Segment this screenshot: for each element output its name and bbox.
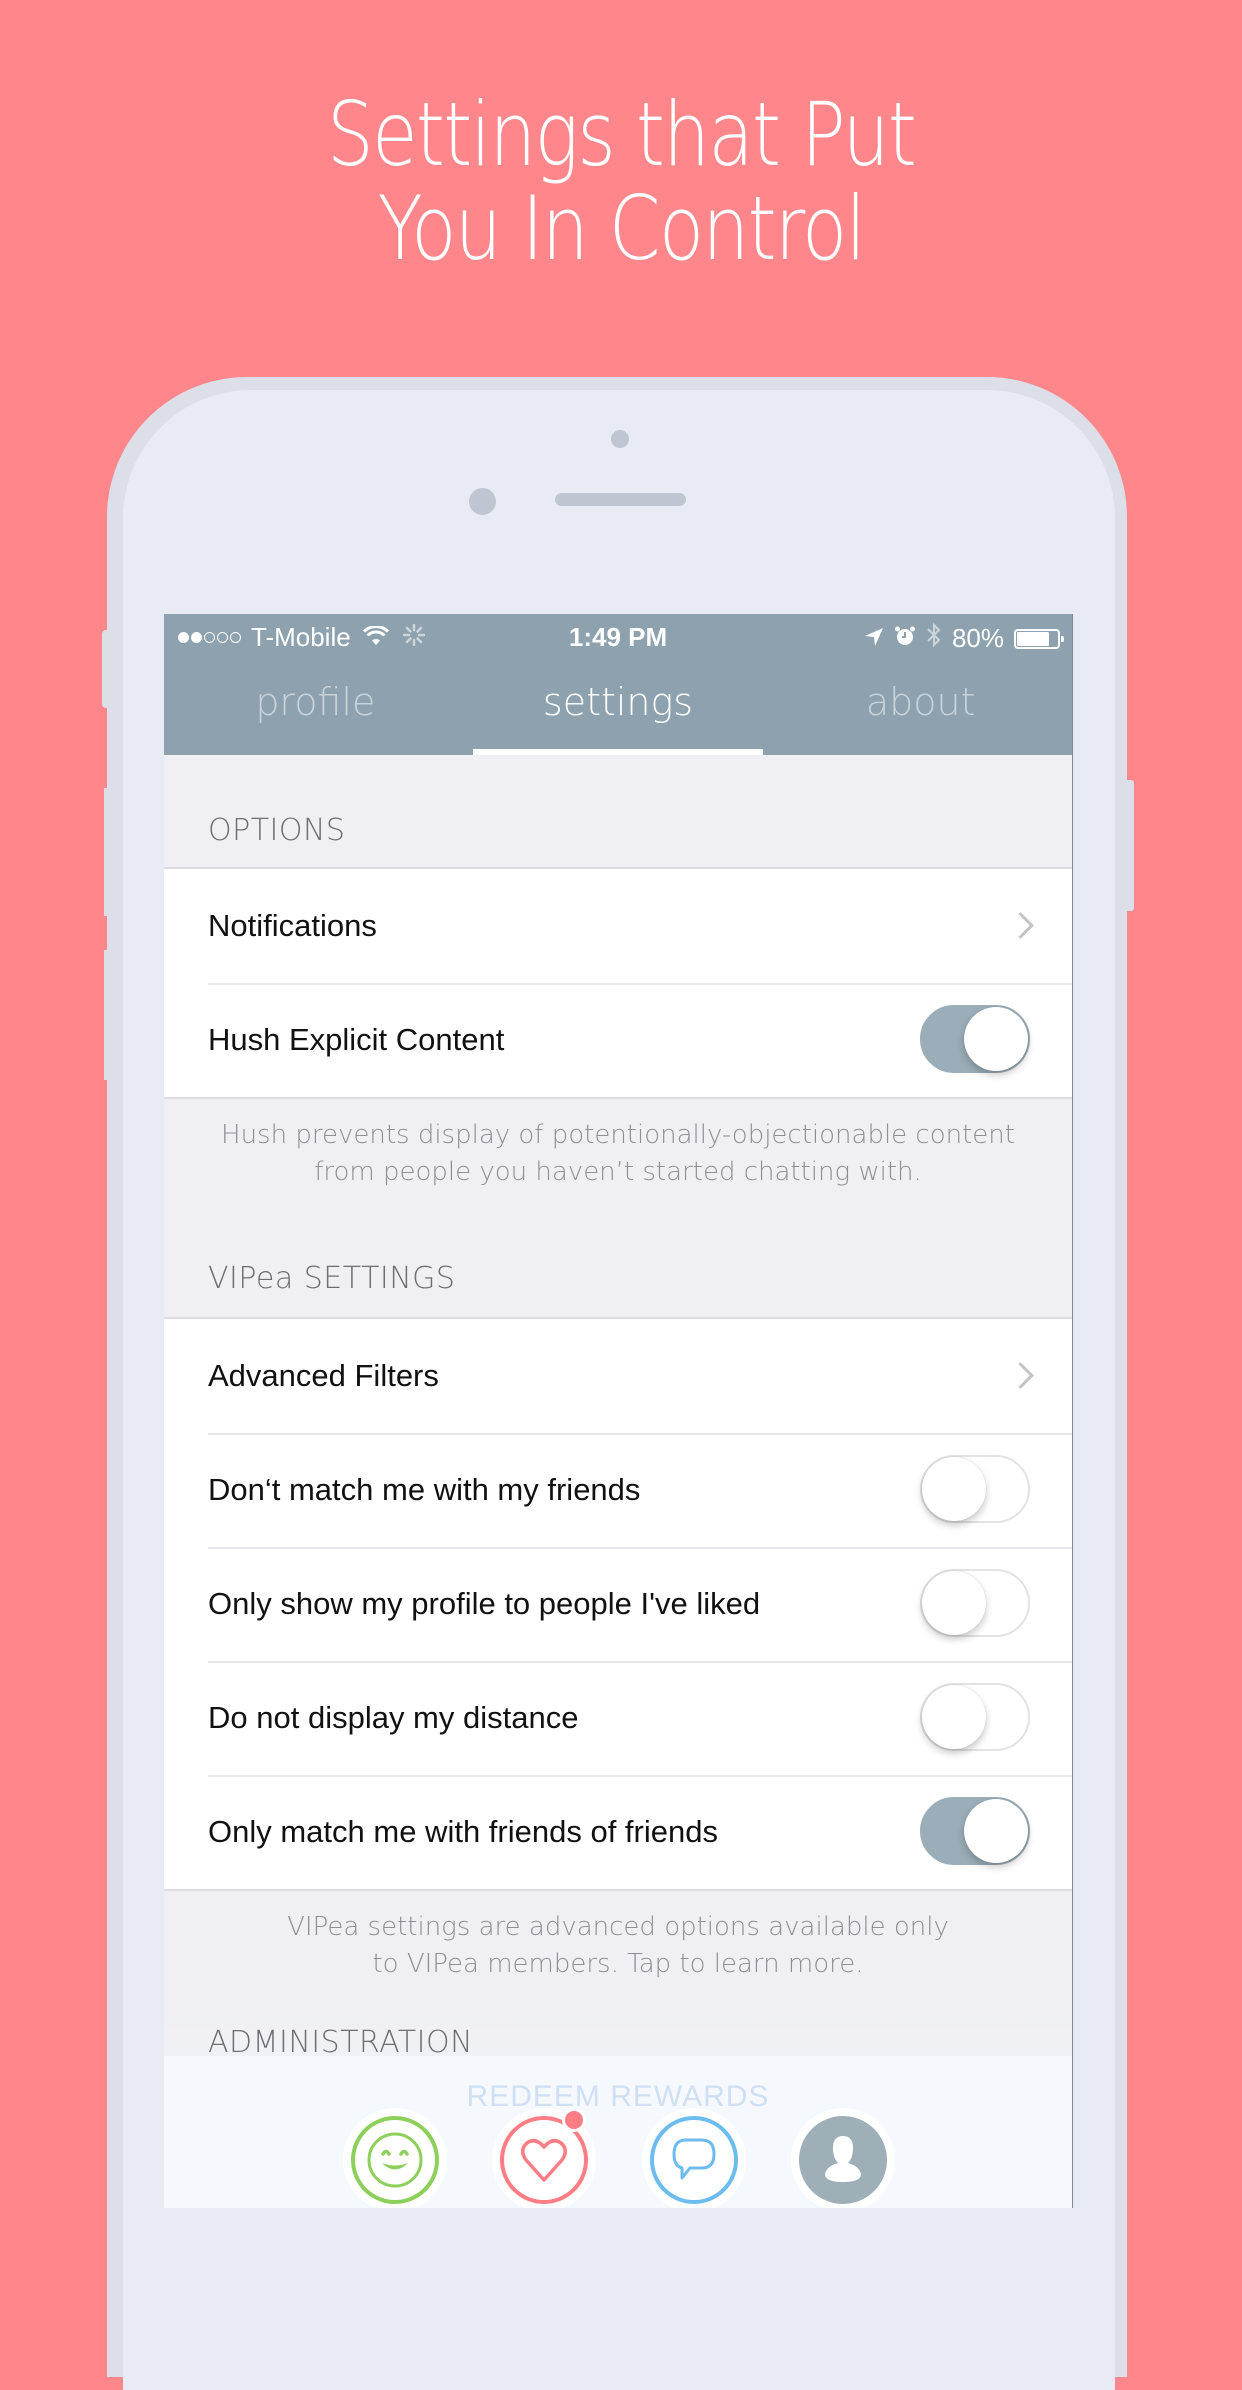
notifications-row[interactable]: Notifications	[164, 869, 1072, 983]
nav-smiley-button[interactable]	[343, 2108, 447, 2208]
tab-about[interactable]: about	[769, 658, 1072, 755]
hide-distance-toggle[interactable]	[920, 1683, 1030, 1751]
tab-profile[interactable]: profile	[164, 658, 467, 755]
section-header-options: OPTIONS	[164, 755, 1072, 869]
battery-icon	[1014, 628, 1064, 649]
marketing-headline: Settings that Put You In Control	[0, 88, 1242, 276]
vipea-group: Advanced Filters Don‘t match me with my …	[164, 1319, 1072, 1889]
row-label: Advanced Filters	[208, 1358, 439, 1393]
dont-match-friends-row: Don‘t match me with my friends	[164, 1433, 1072, 1547]
advanced-filters-row[interactable]: Advanced Filters	[164, 1319, 1072, 1433]
chat-bubble-icon	[672, 2138, 716, 2180]
nav-messages-button[interactable]	[642, 2108, 746, 2208]
bluetooth-icon	[926, 622, 942, 655]
profile-icon	[825, 2136, 861, 2182]
hush-explicit-content-row: Hush Explicit Content	[164, 983, 1072, 1097]
friends-of-friends-row: Only match me with friends of friends	[164, 1775, 1072, 1889]
show-profile-liked-only-row: Only show my profile to people I've like…	[164, 1547, 1072, 1661]
hide-distance-row: Do not display my distance	[164, 1661, 1072, 1775]
nav-profile-button[interactable]	[791, 2108, 895, 2208]
rewards-ghost-text: REDEEM REWARDS	[466, 2080, 770, 2113]
headline-line-2: You In Control	[377, 177, 866, 280]
battery-percent: 80%	[951, 623, 1004, 653]
settings-list: OPTIONS Notifications Hush Explicit Cont…	[164, 755, 1072, 2078]
status-bar: T-Mobile 1:49 PM 80%	[164, 614, 1072, 658]
friends-of-friends-toggle[interactable]	[920, 1797, 1030, 1865]
phone-front-camera	[469, 488, 496, 515]
bottom-nav: REDEEM REWARDS	[164, 2056, 1072, 2208]
location-arrow-icon	[864, 623, 884, 654]
tab-settings[interactable]: settings	[467, 658, 770, 755]
phone-sensor	[611, 430, 629, 448]
headline-line-1: Settings that Put	[326, 83, 917, 186]
show-profile-liked-only-toggle[interactable]	[920, 1569, 1030, 1637]
options-group: Notifications Hush Explicit Content	[164, 869, 1072, 1097]
alarm-icon	[894, 623, 916, 654]
phone-speaker	[555, 493, 686, 506]
tab-bar: profile settings about	[164, 658, 1072, 755]
notification-badge-dot	[562, 2108, 586, 2132]
nav-likes-button[interactable]	[492, 2108, 596, 2208]
heart-icon	[521, 2139, 567, 2182]
phone-screen: T-Mobile 1:49 PM 80% profile settings ab…	[164, 614, 1073, 2208]
vipea-footer-note[interactable]: VIPea settings are advanced options avai…	[164, 1889, 1072, 2005]
row-label: Notifications	[208, 908, 377, 943]
hush-explicit-content-toggle[interactable]	[920, 1005, 1030, 1073]
dont-match-friends-toggle[interactable]	[920, 1455, 1030, 1523]
smiley-icon	[367, 2132, 423, 2188]
section-header-vipea: VIPea SETTINGS	[164, 1239, 1072, 1319]
options-footer-note: Hush prevents display of potentionally-o…	[164, 1097, 1072, 1239]
